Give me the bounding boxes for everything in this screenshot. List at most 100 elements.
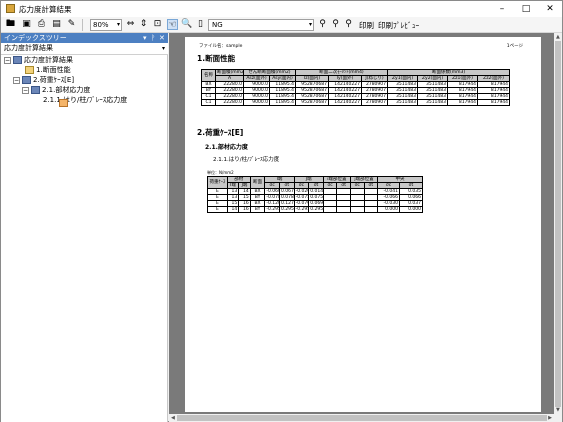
table-cell: -0.075 bbox=[293, 194, 310, 201]
fit-height-icon[interactable]: ⇕ bbox=[138, 19, 149, 30]
scroll-right-icon[interactable]: ▶ bbox=[548, 415, 552, 421]
table-cell: 0.127 bbox=[278, 200, 295, 207]
report-page: ファイル名：sample 1ページ 1.断面性能 名称 断面積(mm2) せん断… bbox=[185, 37, 541, 412]
table-cell: -0.295 bbox=[264, 206, 280, 213]
pin-icon[interactable]: ᚹ bbox=[151, 33, 155, 43]
table-cell: 0.014 bbox=[308, 188, 324, 195]
page-icon[interactable]: ▯ bbox=[195, 19, 206, 30]
search-input[interactable]: NG ▾ bbox=[208, 19, 314, 31]
section-title: 2.荷重ｹｰｽ[E] bbox=[197, 128, 244, 137]
book-icon bbox=[22, 76, 31, 84]
table-cell: 0.067 bbox=[278, 188, 295, 195]
horizontal-scroll-thumb[interactable] bbox=[177, 415, 547, 421]
table-cell bbox=[336, 206, 351, 213]
book-icon bbox=[13, 56, 22, 64]
table-cell: 0.000 bbox=[398, 206, 424, 213]
table-header-row: 名称 断面積(mm2) せん断断面積(mm2) 断面二次ﾓｰﾒﾝﾄ(mm4) 断… bbox=[201, 69, 511, 82]
table-cell: BY bbox=[249, 206, 266, 213]
fit-width-icon[interactable]: ⇔ bbox=[125, 19, 136, 30]
tree-item-label: 2.荷重ｹｰｽ[E] bbox=[33, 76, 75, 84]
table-cell: 142140227 bbox=[328, 99, 362, 106]
table-header-cell: j端部位置 bbox=[349, 176, 379, 183]
pane-menu-button[interactable]: ▾ bbox=[143, 33, 147, 43]
collapse-icon[interactable]: − bbox=[13, 76, 20, 84]
chevron-down-icon: ▾ bbox=[308, 21, 312, 28]
horizontal-scrollbar[interactable]: ◀ ▶ bbox=[169, 414, 562, 422]
table-cell: 817944 bbox=[477, 99, 511, 106]
minimize-button[interactable]: – bbox=[490, 1, 514, 17]
table-cell: 0.078 bbox=[278, 194, 295, 201]
table-row: C1 22280.0 9000.0 11895.4 952870687 142140227… bbox=[201, 99, 511, 106]
index-pane-header: インデックスツリー ▾ ᚹ ✕ bbox=[1, 33, 168, 43]
table-cell: 11895.4 bbox=[269, 99, 296, 106]
page-number: 1ページ bbox=[506, 44, 523, 49]
file-name: sample bbox=[226, 44, 243, 49]
find-prev-icon[interactable]: ⚲ bbox=[330, 19, 341, 30]
scroll-left-icon[interactable]: ◀ bbox=[171, 415, 175, 421]
table-row: E 14 16 BY -0.295 0.295 -0.295 0.295 0.000 0.000 bbox=[207, 206, 424, 213]
tree-item-label: 1.断面性能 bbox=[36, 66, 71, 74]
collapse-icon[interactable]: − bbox=[4, 56, 11, 64]
table-cell: -0.070 bbox=[293, 200, 310, 207]
table-cell: 9000.0 bbox=[243, 99, 270, 106]
index-select[interactable]: 応力度計算結果 ▾ bbox=[1, 43, 168, 55]
find-next-icon[interactable]: ⚲ bbox=[343, 19, 354, 30]
document-icon bbox=[25, 66, 34, 74]
index-pane-title: インデックスツリー bbox=[4, 34, 67, 42]
window-title: 応力度計算結果 bbox=[19, 5, 72, 14]
fit-page-icon[interactable]: ⊡ bbox=[152, 19, 163, 30]
table-header-cell: せん断断面積(mm2) bbox=[243, 69, 296, 76]
save-icon[interactable]: ▣ bbox=[21, 19, 32, 30]
tree-item-load-case[interactable]: − 2.荷重ｹｰｽ[E] bbox=[13, 75, 74, 85]
zoom-select[interactable]: 80% ▾ bbox=[90, 19, 122, 31]
table-cell: 0.069 bbox=[308, 200, 324, 207]
settings-icon[interactable]: ✎ bbox=[66, 19, 77, 30]
print-button[interactable]: 印刷 bbox=[359, 20, 374, 31]
pane-close-button[interactable]: ✕ bbox=[159, 33, 165, 43]
print-icon[interactable]: ⎙ bbox=[36, 19, 47, 30]
tree-item-root[interactable]: − 応力度計算結果 bbox=[4, 55, 73, 65]
maximize-button[interactable]: □ bbox=[514, 1, 538, 17]
tree-item-beam-stress[interactable]: 2.1.1.はり/柱/ﾌﾞﾚｰｽ応力度 bbox=[43, 95, 128, 107]
chevron-down-icon: ▾ bbox=[161, 45, 165, 52]
hand-tool-icon[interactable]: ☜ bbox=[167, 19, 178, 30]
table-cell: 0.295 bbox=[278, 206, 295, 213]
table-cell: 142140227 bbox=[328, 87, 362, 94]
table-header-cell: J(ねじり) bbox=[360, 75, 389, 82]
tree-item-section-properties[interactable]: 1.断面性能 bbox=[25, 65, 71, 75]
tree-item-label: 2.1.部材応力度 bbox=[42, 86, 91, 94]
export-icon[interactable]: ▤ bbox=[51, 19, 62, 30]
table-cell: -0.120 bbox=[264, 200, 280, 207]
vertical-scrollbar[interactable]: ▲ ▼ bbox=[554, 33, 562, 414]
table-header-cell: Zy1(面内) bbox=[387, 75, 419, 82]
collapse-icon[interactable]: − bbox=[22, 86, 29, 94]
subsubsection-title: 2.1.1.はり/柱/ﾌﾞﾚｰｽ応力度 bbox=[213, 157, 280, 163]
title-bar: 応力度計算結果 – □ ✕ bbox=[1, 1, 562, 17]
app-icon bbox=[6, 4, 15, 13]
table-cell: 0.295 bbox=[308, 206, 324, 213]
zoom-value: 80% bbox=[93, 21, 109, 29]
print-preview-button[interactable]: 印刷ﾌﾟﾚﾋﾞｭｰ bbox=[378, 20, 419, 31]
page-icon bbox=[59, 99, 68, 107]
table-cell: 952870687 bbox=[295, 87, 329, 94]
open-icon[interactable]: 🖿 bbox=[5, 19, 16, 30]
table-header-cell: 荷重ｹｰｽ bbox=[207, 176, 228, 189]
toolbar-separator bbox=[82, 19, 83, 31]
table-cell: 2780907 bbox=[360, 99, 389, 106]
table-cell: -0.295 bbox=[293, 206, 310, 213]
table-cell: 22280.0 bbox=[215, 99, 244, 106]
table-cell: 2780907 bbox=[360, 93, 389, 100]
tree-item-member-stress[interactable]: − 2.1.部材応力度 bbox=[22, 85, 90, 95]
chevron-down-icon: ▾ bbox=[116, 21, 120, 28]
tree-item-label: 2.1.1.はり/柱/ﾌﾞﾚｰｽ応力度 bbox=[43, 96, 128, 104]
scroll-down-icon[interactable]: ▼ bbox=[556, 407, 560, 413]
find-icon[interactable]: ⚲ bbox=[317, 19, 328, 30]
zoom-tool-icon[interactable]: 🔍 bbox=[181, 19, 192, 30]
table-cell: -0.020 bbox=[293, 188, 310, 195]
scroll-up-icon[interactable]: ▲ bbox=[556, 34, 560, 40]
report-view[interactable]: ファイル名：sample 1ページ 1.断面性能 名称 断面積(mm2) せん断… bbox=[169, 33, 562, 422]
vertical-scroll-thumb[interactable] bbox=[555, 41, 561, 407]
table-header-cell: 断面 bbox=[249, 176, 266, 189]
close-button[interactable]: ✕ bbox=[538, 1, 562, 17]
section-properties-table: 名称 断面積(mm2) せん断断面積(mm2) 断面二次ﾓｰﾒﾝﾄ(mm4) 断… bbox=[201, 69, 511, 106]
